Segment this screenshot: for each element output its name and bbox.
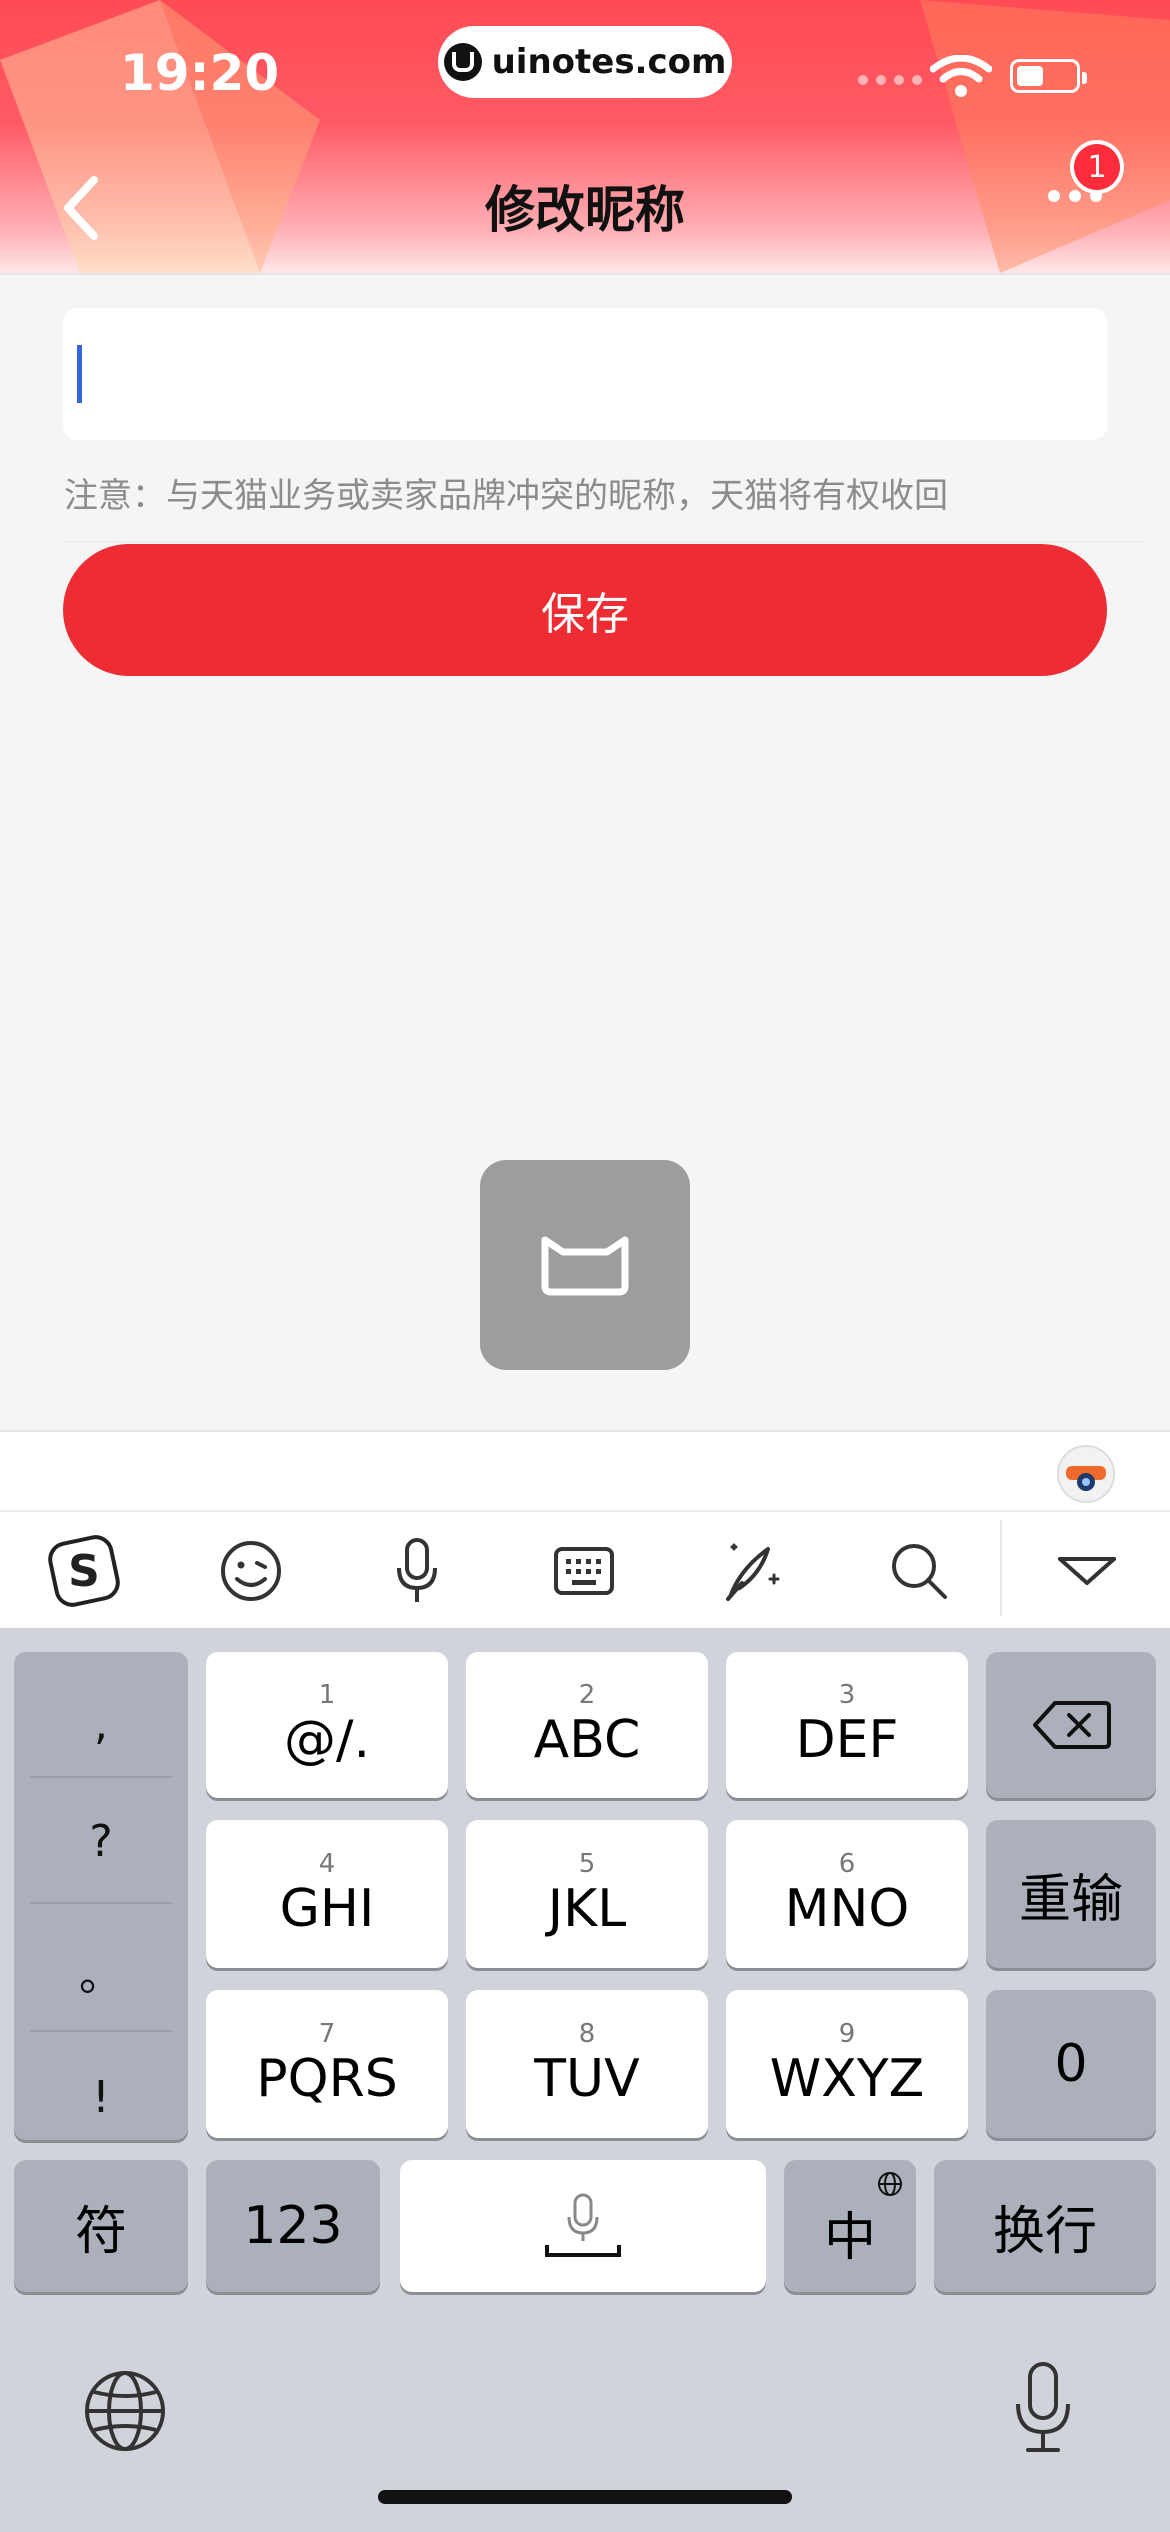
key-6[interactable]: 6 MNO <box>726 1820 968 1968</box>
backspace-icon <box>1033 1701 1111 1749</box>
tmall-cat-icon <box>541 1236 629 1296</box>
microphone-icon[interactable] <box>375 1535 459 1607</box>
dictation-mic-icon[interactable] <box>1008 2360 1078 2456</box>
loading-overlay <box>480 1160 690 1370</box>
space-mic-icon <box>545 2193 621 2257</box>
key-3[interactable]: 3 DEF <box>726 1652 968 1798</box>
nickname-input[interactable] <box>63 308 1107 440</box>
more-options-icon[interactable] <box>1048 190 1118 210</box>
home-indicator[interactable] <box>378 2490 792 2504</box>
key-2[interactable]: 2 ABC <box>466 1652 708 1798</box>
punct-key[interactable]: ! <box>14 2036 188 2158</box>
text-caret <box>77 345 82 403</box>
badge-count: 1 <box>1074 144 1120 190</box>
url-pill[interactable]: uinotes.com <box>438 26 732 98</box>
newline-key[interactable]: 换行 <box>934 2160 1156 2292</box>
save-button[interactable]: 保存 <box>63 544 1107 676</box>
punct-key[interactable]: , <box>14 1663 188 1785</box>
key-1[interactable]: 1 @/. <box>206 1652 448 1798</box>
punct-key[interactable]: 。 <box>14 1910 188 2032</box>
keyboard-icon[interactable] <box>542 1535 626 1607</box>
sogou-logo-icon[interactable]: S <box>42 1535 126 1607</box>
key-8[interactable]: 8 TUV <box>466 1990 708 2138</box>
notification-badge: 1 <box>1070 140 1124 194</box>
divider <box>63 541 1142 542</box>
url-text: uinotes.com <box>491 42 727 82</box>
backspace-key[interactable] <box>986 1652 1156 1798</box>
punct-key[interactable]: ? <box>14 1780 188 1902</box>
globe-small-icon <box>878 2172 902 2196</box>
header-divider <box>0 273 1170 275</box>
emoji-icon[interactable] <box>209 1535 293 1607</box>
nickname-notice: 注意：与天猫业务或卖家品牌冲突的昵称，天猫将有权收回 <box>64 476 948 516</box>
battery-icon <box>1010 59 1087 93</box>
collapse-keyboard-icon[interactable] <box>1045 1535 1129 1607</box>
key-5[interactable]: 5 JKL <box>466 1820 708 1968</box>
svg-text:S: S <box>68 1546 100 1597</box>
key-0[interactable]: 0 <box>986 1990 1156 2138</box>
numbers-key[interactable]: 123 <box>206 2160 380 2292</box>
candidate-bar <box>0 1430 1170 1512</box>
signal-dots-icon <box>858 75 922 85</box>
symbols-key[interactable]: 符 <box>14 2160 188 2292</box>
key-7[interactable]: 7 PQRS <box>206 1990 448 2138</box>
search-icon[interactable] <box>877 1535 961 1607</box>
key-4[interactable]: 4 GHI <box>206 1820 448 1968</box>
page-title: 修改昵称 <box>485 181 685 239</box>
uinotes-logo-icon <box>443 43 482 81</box>
status-time: 19:20 <box>120 44 280 102</box>
wifi-icon <box>930 55 992 97</box>
chinese-key[interactable]: 中 <box>784 2160 916 2292</box>
globe-icon[interactable] <box>82 2368 168 2454</box>
toolbar-divider <box>1000 1520 1002 1616</box>
handwriting-icon[interactable] <box>710 1535 794 1607</box>
key-9[interactable]: 9 WXYZ <box>726 1990 968 2138</box>
space-key[interactable] <box>400 2160 766 2292</box>
keyboard-mascot-icon[interactable] <box>1054 1440 1118 1504</box>
reinput-key[interactable]: 重输 <box>986 1820 1156 1968</box>
